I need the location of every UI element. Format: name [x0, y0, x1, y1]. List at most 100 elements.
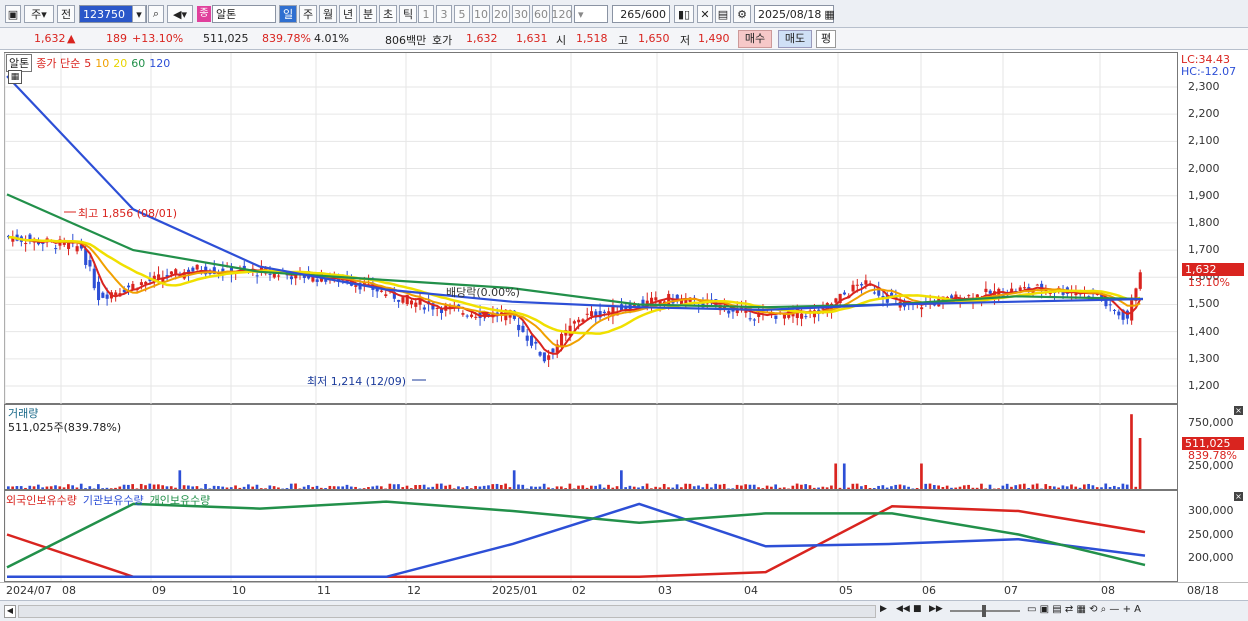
x-tick: 12	[407, 584, 421, 597]
candle	[529, 335, 534, 346]
candle	[465, 315, 469, 317]
candle	[422, 307, 426, 310]
x-tick: 2024/07	[6, 584, 52, 597]
x-tick: 05	[839, 584, 853, 597]
candle	[88, 260, 92, 267]
candle	[834, 298, 838, 303]
scroll-left-icon[interactable]: ◀	[4, 605, 16, 618]
x-tick: 07	[1004, 584, 1018, 597]
close-icon[interactable]: ×	[1234, 406, 1243, 415]
candle	[105, 294, 109, 299]
volume-tick: 750,000	[1188, 416, 1234, 429]
candle	[800, 313, 804, 319]
legend-ma-5: 5	[84, 56, 92, 70]
candle	[1108, 304, 1112, 306]
table-icon[interactable]: ▦	[8, 70, 22, 84]
volume-value-label: 511,025주(839.78%)	[8, 421, 122, 434]
dividend-note: 배당락(0.00%)	[446, 286, 520, 299]
candle	[397, 299, 401, 302]
candle	[602, 311, 606, 313]
candle	[268, 273, 272, 275]
rate-tag: 13.10%	[1188, 276, 1230, 289]
candle	[538, 352, 542, 356]
candle	[521, 325, 525, 332]
x-tick: 04	[744, 584, 758, 597]
price-tick: 2,300	[1188, 80, 1220, 93]
candle	[315, 279, 319, 282]
bottom-bar: ◀ ▶ ◀◀ ■ ▶▶ ▭ ▣ ▤ ⇄ ▦ ⟲ ⌕ — + A	[0, 600, 1248, 621]
candle	[667, 293, 671, 306]
candle	[590, 311, 594, 317]
candle	[401, 297, 405, 303]
candle	[872, 292, 877, 294]
candle	[984, 288, 988, 292]
play-icon[interactable]: ▶	[880, 604, 892, 618]
price-tick: 2,200	[1188, 107, 1220, 121]
zoom-slider-handle[interactable]	[982, 605, 986, 617]
candle	[24, 243, 28, 245]
candle	[97, 281, 101, 301]
candle	[384, 294, 388, 297]
candle	[551, 348, 555, 353]
candle	[127, 285, 131, 288]
candle	[559, 333, 564, 348]
candle	[289, 276, 294, 280]
x-tick: 10	[232, 584, 246, 597]
candle	[748, 318, 752, 320]
candle	[1035, 284, 1039, 286]
rewind-icon[interactable]: ◀◀	[896, 604, 910, 618]
x-tick: 11	[317, 584, 331, 597]
candle	[542, 352, 546, 362]
candle	[727, 310, 731, 314]
candle	[191, 267, 195, 272]
candle	[1022, 287, 1027, 289]
candle	[864, 280, 868, 285]
forward-icon[interactable]: ▶▶	[929, 604, 943, 618]
x-axis	[0, 582, 1248, 600]
x-tick: 08/18	[1187, 584, 1219, 597]
scrollbar-track[interactable]	[18, 605, 876, 618]
stop-icon[interactable]: ■	[913, 604, 925, 618]
candle	[534, 341, 538, 344]
candle	[967, 295, 971, 297]
hc-label: HC:-12.07	[1181, 65, 1237, 78]
candle	[1104, 300, 1108, 307]
layout-icons[interactable]: ▭ ▣ ▤ ⇄ ▦ ⟲ ⌕ — + A	[1027, 604, 1141, 615]
low-note: 최저 1,214 (12/09)	[307, 375, 407, 388]
price-tick: 2,000	[1188, 161, 1220, 175]
price-tick: 2,100	[1188, 134, 1220, 148]
candle	[75, 246, 79, 252]
candle	[547, 355, 551, 360]
holding-legend: 외국인보유수량 기관보유수량 개인보유수량	[6, 492, 210, 508]
price-tick: 1,800	[1188, 215, 1220, 229]
candle	[277, 275, 281, 277]
candle	[774, 315, 778, 319]
price-tick: 1,500	[1188, 297, 1220, 311]
holding-tick: 200,000	[1188, 551, 1234, 564]
ma-line-60	[6, 193, 1144, 309]
legend-individual: 개인보유수량	[149, 494, 211, 507]
candle	[1117, 311, 1121, 316]
candle	[54, 248, 58, 250]
candle	[752, 319, 756, 321]
candle	[354, 285, 358, 287]
candle	[461, 313, 465, 315]
candle	[195, 264, 199, 270]
candle	[517, 324, 521, 331]
x-tick: 08	[62, 584, 76, 597]
volume-rate-tag: 839.78%	[1188, 449, 1237, 462]
volume-pane[interactable]	[4, 404, 1178, 490]
x-tick: 08	[1101, 584, 1115, 597]
price-tick: 1,400	[1188, 324, 1220, 338]
legend-ma-120: 120	[149, 56, 171, 70]
legend-ma-10: 10	[95, 56, 110, 70]
price-tick: 1,900	[1188, 188, 1220, 202]
price-legend: 알톤 종가 단순 5 10 20 60 120	[6, 54, 170, 72]
candle	[804, 316, 808, 318]
legend-ma-20: 20	[113, 56, 128, 70]
candle	[842, 292, 847, 295]
close-icon[interactable]: ×	[1234, 492, 1243, 501]
candle	[255, 275, 259, 277]
candle	[67, 242, 71, 249]
holding-tick: 250,000	[1188, 528, 1234, 541]
